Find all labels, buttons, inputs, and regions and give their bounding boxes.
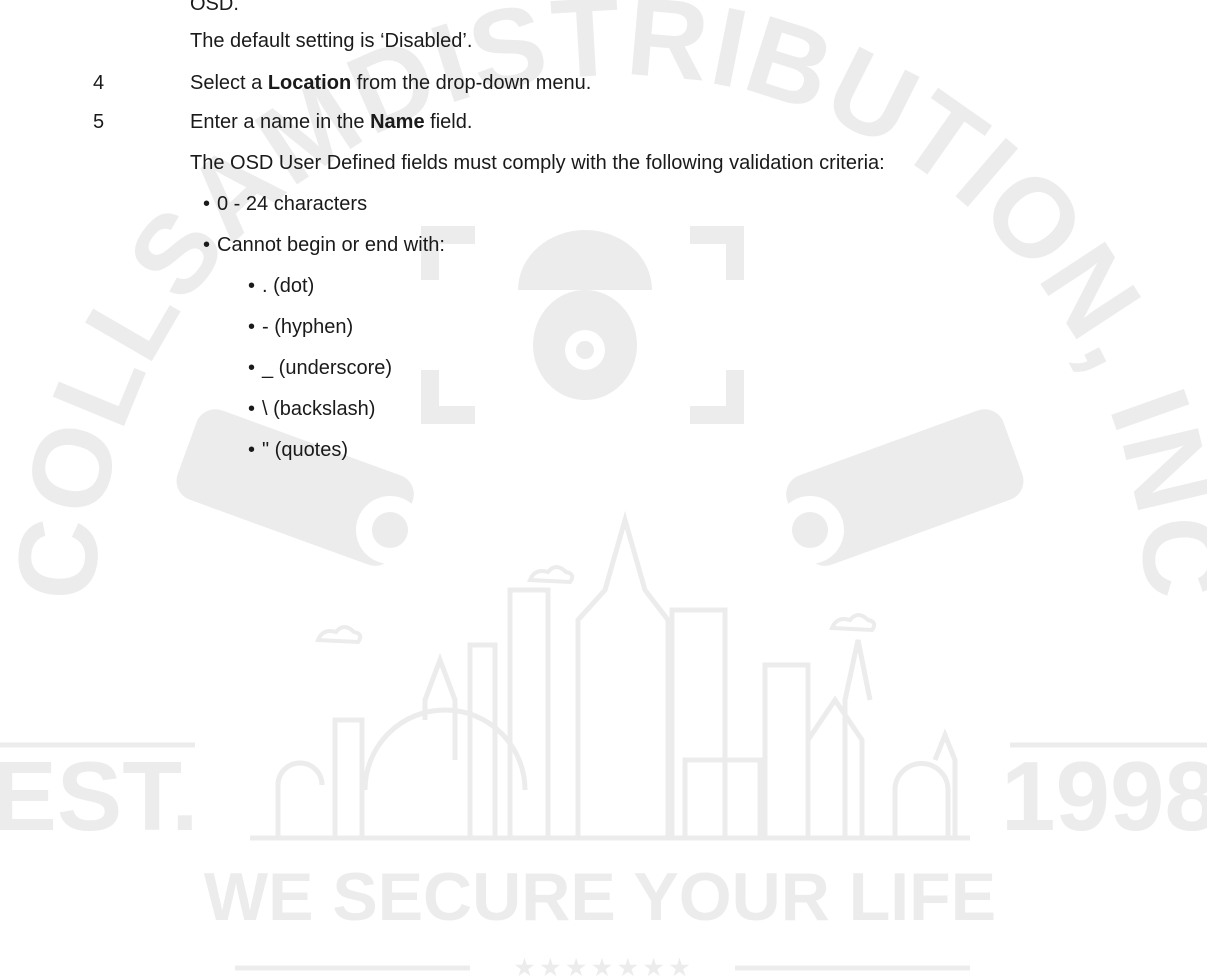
bullet-glyph: • [248,275,256,297]
list-item: • " (quotes) [248,438,348,462]
default-setting-note: The default setting is ‘Disabled’. [190,30,473,52]
list-item: • - (hyphen) [248,315,353,339]
forbidden-char-text: \ (backslash) [262,398,376,420]
list-item: • 0 - 24 characters [203,192,367,216]
forbidden-char-text: - (hyphen) [262,316,354,338]
partial-top-line: OSD. [190,0,239,15]
bullet-glyph: • [203,234,211,256]
forbidden-char-text: _ (underscore) [262,357,393,379]
forbidden-char-text: . (dot) [262,275,315,297]
bullet-glyph: • [203,193,211,215]
step-text-5: Enter a name in the Name field. [190,110,472,134]
document-page: OSD. The default setting is ‘Disabled’. … [0,0,1207,978]
forbidden-char-text: " (quotes) [262,439,349,461]
list-item: • Cannot begin or end with: [203,233,445,257]
bullet-glyph: • [248,439,256,461]
step-4-suffix: from the drop-down menu. [351,72,592,94]
bullet-glyph: • [248,398,256,420]
list-item: • . (dot) [248,274,314,298]
step-number-4: 4 [93,72,105,94]
criteria-text: Cannot begin or end with: [217,234,445,256]
step-5-bold-term: Name [370,111,425,133]
step-number-5: 5 [93,111,105,133]
validation-intro: The OSD User Defined fields must comply … [190,152,885,174]
list-item: • \ (backslash) [248,397,375,421]
bullet-glyph: • [248,316,256,338]
step-text-4: Select a Location from the drop-down men… [190,71,591,95]
step-4-prefix: Select a [190,72,268,94]
list-item: • _ (underscore) [248,356,392,380]
criteria-text: 0 - 24 characters [217,193,368,215]
step-5-prefix: Enter a name in the [190,111,371,133]
step-4-bold-term: Location [267,72,352,94]
bullet-glyph: • [248,357,256,379]
step-5-suffix: field. [424,111,473,133]
